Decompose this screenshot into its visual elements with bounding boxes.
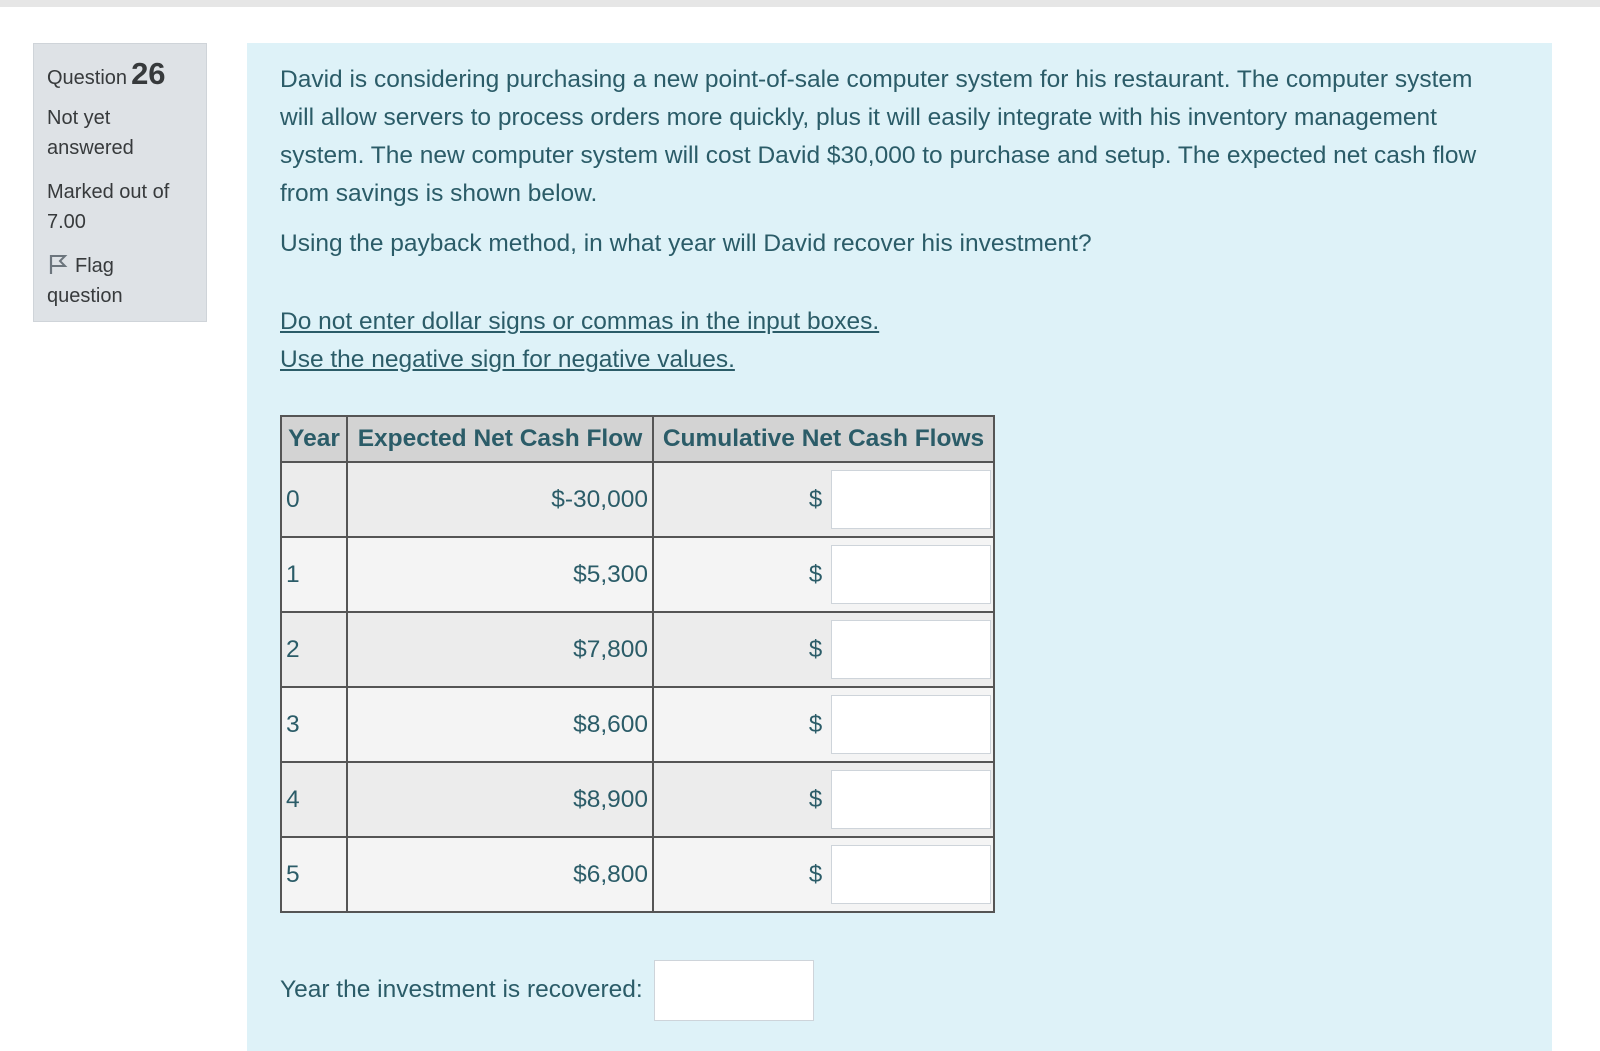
recovery-year-row: Year the investment is recovered: (280, 959, 814, 1022)
cash-flow-cell: $7,800 (346, 611, 654, 688)
dollar-sign: $ (808, 560, 823, 588)
dollar-sign: $ (808, 860, 823, 888)
cumulative-cell: $ (652, 461, 995, 538)
flag-question-link[interactable]: Flag question (47, 251, 194, 311)
year-cell: 1 (280, 536, 348, 613)
question-content: David is considering purchasing a new po… (247, 43, 1552, 1051)
header-cumulative-net-cash-flows: Cumulative Net Cash Flows (652, 415, 995, 463)
cumulative-input-year-0[interactable] (831, 470, 991, 529)
question-state: Not yet answered (47, 107, 134, 159)
question-grade: Marked out of 7.00 (47, 181, 170, 233)
question-number-value: 26 (131, 56, 166, 91)
top-strip (0, 0, 1600, 7)
instructions: Do not enter dollar signs or commas in t… (280, 303, 1552, 379)
question-number: Question 26 (47, 54, 194, 98)
cash-flow-cell: $8,900 (346, 761, 654, 838)
table-row: 1 $5,300 $ (280, 536, 995, 613)
recovery-year-label: Year the investment is recovered: (280, 976, 643, 1003)
cumulative-cell: $ (652, 836, 995, 913)
cumulative-cell: $ (652, 686, 995, 763)
dollar-sign: $ (808, 635, 823, 663)
cumulative-input-year-3[interactable] (831, 695, 991, 754)
year-cell: 3 (280, 686, 348, 763)
cash-flow-cell: $6,800 (346, 836, 654, 913)
header-year: Year (280, 415, 348, 463)
cash-flow-cell: $8,600 (346, 686, 654, 763)
cumulative-cell: $ (652, 536, 995, 613)
year-cell: 4 (280, 761, 348, 838)
cumulative-input-year-1[interactable] (831, 545, 991, 604)
table-row: 0 $-30,000 $ (280, 461, 995, 538)
cumulative-input-year-4[interactable] (831, 770, 991, 829)
table-row: 3 $8,600 $ (280, 686, 995, 763)
recovery-year-input[interactable] (653, 960, 814, 1022)
note-negative-sign-link[interactable]: Use the negative sign for negative value… (280, 341, 1552, 379)
question-info: Question 26 Not yet answered Marked out o… (33, 43, 207, 322)
dollar-sign: $ (808, 710, 823, 738)
cash-flow-cell: $-30,000 (346, 461, 654, 538)
question-text: David is considering purchasing a new po… (280, 66, 1477, 207)
cash-flow-cell: $5,300 (346, 536, 654, 613)
question-prompt: Using the payback method, in what year w… (280, 230, 1092, 257)
question-label: Question (47, 67, 128, 89)
dollar-sign: $ (808, 485, 823, 513)
year-cell: 0 (280, 461, 348, 538)
table-row: 2 $7,800 $ (280, 611, 995, 688)
table-row: 5 $6,800 $ (280, 836, 995, 913)
dollar-sign: $ (808, 785, 823, 813)
note-no-dollar-signs-link[interactable]: Do not enter dollar signs or commas in t… (280, 303, 1552, 341)
year-cell: 5 (280, 836, 348, 913)
table-header-row: Year Expected Net Cash Flow Cumulative N… (280, 415, 995, 463)
cumulative-cell: $ (652, 611, 995, 688)
cumulative-input-year-5[interactable] (831, 845, 991, 904)
cash-flow-table: Year Expected Net Cash Flow Cumulative N… (280, 415, 995, 913)
cumulative-input-year-2[interactable] (831, 620, 991, 679)
year-cell: 2 (280, 611, 348, 688)
flag-icon (49, 255, 68, 274)
header-expected-net-cash-flow: Expected Net Cash Flow (346, 415, 654, 463)
cumulative-cell: $ (652, 761, 995, 838)
table-row: 4 $8,900 $ (280, 761, 995, 838)
